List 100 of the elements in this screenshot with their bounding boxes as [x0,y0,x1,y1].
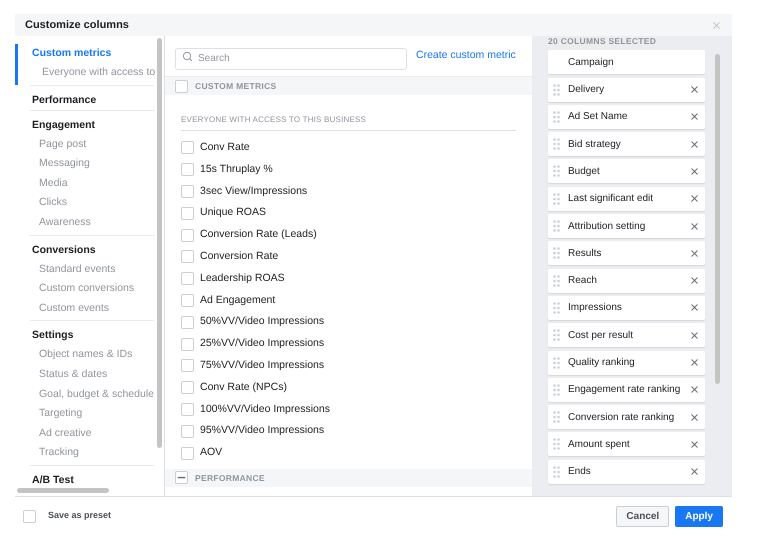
checkbox[interactable] [175,471,188,484]
remove-icon[interactable] [689,302,700,314]
horizontal-scrollbar[interactable] [17,488,109,493]
drag-handle-icon[interactable] [553,438,560,450]
metric-label: Conversion Rate [200,249,278,264]
section-subtitle: EVERYONE WITH ACCESS TO THIS BUSINESS [181,114,516,131]
metric-label: 25%VV/Video Impressions [200,336,324,352]
checkbox[interactable] [181,141,194,154]
checkbox[interactable] [181,294,194,307]
checkbox[interactable] [181,338,194,351]
remove-icon[interactable] [689,166,700,177]
drag-handle-icon[interactable] [553,110,560,123]
drag-handle-icon[interactable] [553,138,560,150]
metric-label: Ad Engagement [200,292,276,308]
search-icon [182,50,193,62]
drag-handle-icon[interactable] [553,84,560,96]
drag-handle-icon[interactable] [553,220,560,232]
checkbox[interactable] [175,80,188,92]
remove-icon[interactable] [689,248,700,259]
drag-handle-icon[interactable] [553,192,560,205]
sidebar-item[interactable]: A/B Test [15,466,154,490]
checkbox[interactable] [181,272,194,286]
section-title: PERFORMANCE [195,472,265,484]
selected-column-item[interactable]: Impressions [548,296,705,320]
metric-label: Unique ROAS [200,205,266,220]
drag-handle-icon[interactable] [553,247,560,260]
sidebar-item[interactable]: Engagement [15,110,154,135]
close-icon[interactable] [711,20,722,30]
search-field[interactable]: Search [175,48,407,70]
checkbox[interactable] [181,446,194,460]
drag-handle-icon[interactable] [553,411,560,424]
checkbox[interactable] [181,184,194,198]
column-label: Ends [568,465,592,480]
remove-icon[interactable] [689,466,700,478]
remove-icon[interactable] [689,275,700,286]
selected-column-item[interactable]: Reach [548,268,705,293]
metric-label: Leadership ROAS [200,270,285,286]
remove-icon[interactable] [689,220,700,232]
sidebar-item[interactable]: Conversions [15,236,154,260]
selected-column-item[interactable]: Campaign [548,50,705,74]
metric-label: 15s Thruplay % [200,162,273,177]
checkbox[interactable] [181,402,194,416]
selected-column-item[interactable]: Ends [548,460,705,484]
metric-label: 95%VV/Video Impressions [200,423,324,438]
column-label: Delivery [568,83,606,98]
remove-icon[interactable] [689,84,700,96]
selected-column-item[interactable]: Quality ranking [548,350,705,375]
remove-icon[interactable] [689,357,700,368]
selected-column-item[interactable]: Conversion rate ranking [548,405,705,430]
remove-icon[interactable] [689,438,700,450]
column-label: Attribution setting [568,220,646,234]
checkbox[interactable] [181,206,194,220]
selected-column-item[interactable]: Attribution setting [548,214,705,238]
cancel-button[interactable]: Cancel [616,506,670,526]
remove-icon[interactable] [689,412,700,423]
checkbox[interactable] [181,316,194,329]
selected-column-item[interactable]: Results [548,241,705,266]
remove-icon[interactable] [689,111,700,122]
remove-icon[interactable] [689,330,700,341]
selected-column-item[interactable]: Bid strategy [548,132,705,156]
checkbox[interactable] [181,424,194,438]
column-label: Engagement rate ranking [568,383,681,398]
vertical-scrollbar[interactable] [715,54,720,384]
create-custom-metric-link[interactable]: Create custom metric [416,48,516,64]
column-label: Campaign [568,56,615,70]
drag-handle-icon[interactable] [553,466,560,478]
metric-label: Conversion Rate (Leads) [200,227,317,242]
remove-icon[interactable] [689,193,700,204]
column-label: Bid strategy [568,138,622,152]
drag-handle-icon[interactable] [553,384,560,396]
drag-handle-icon[interactable] [553,274,560,287]
remove-icon[interactable] [689,138,700,150]
selected-column-item[interactable]: Budget [548,159,705,184]
apply-button[interactable]: Apply [675,506,723,526]
remove-icon[interactable] [689,384,700,396]
checkbox[interactable] [23,510,36,522]
checkbox[interactable] [181,359,194,372]
checkbox[interactable] [181,163,194,176]
selected-column-item[interactable]: Delivery [548,78,705,102]
metric-label: 50%VV/Video Impressions [200,314,324,330]
column-label: Last significant edit [568,192,654,206]
sidebar-item[interactable]: Settings [15,321,154,346]
selected-column-item[interactable]: Ad Set Name [548,104,705,129]
checkbox[interactable] [181,250,194,264]
selected-column-item[interactable]: Cost per result [548,323,705,348]
column-label: Reach [568,274,598,288]
metric-label: Conv Rate [200,140,250,156]
sidebar-item[interactable]: Custom metrics [15,44,154,63]
drag-handle-icon[interactable] [553,329,560,342]
drag-handle-icon[interactable] [553,302,560,314]
vertical-scrollbar[interactable] [157,38,162,448]
sidebar-item[interactable]: Performance [15,86,154,110]
checkbox[interactable] [181,381,194,394]
drag-handle-icon[interactable] [553,165,560,178]
column-label: Amount spent [568,438,631,452]
selected-column-item[interactable]: Amount spent [548,432,705,456]
selected-column-item[interactable]: Last significant edit [548,186,705,211]
selected-column-item[interactable]: Engagement rate ranking [548,378,705,402]
drag-handle-icon[interactable] [553,356,560,369]
checkbox[interactable] [181,228,194,242]
